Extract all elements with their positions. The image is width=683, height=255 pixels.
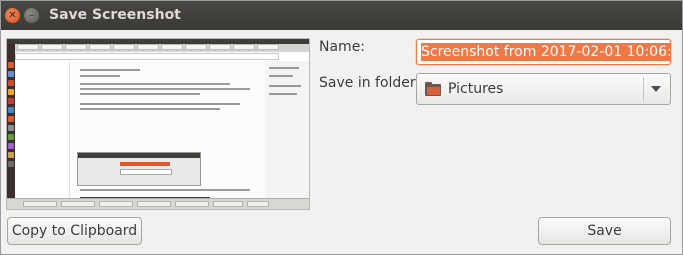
save-in-folder-label: Save in folder: — [319, 75, 421, 91]
close-icon: ✕ — [8, 10, 17, 21]
save-button[interactable]: Save — [538, 217, 671, 245]
name-label: Name: — [319, 39, 366, 55]
filename-input[interactable]: Screenshot from 2017-02-01 10:06:10.p — [416, 39, 671, 65]
folder-pictures-icon — [425, 82, 441, 96]
combo-divider — [643, 77, 644, 101]
copy-to-clipboard-button[interactable]: Copy to Clipboard — [7, 217, 142, 245]
chevron-down-icon — [651, 86, 661, 92]
minimize-icon: – — [29, 10, 34, 21]
minimize-window-button[interactable]: – — [24, 8, 39, 23]
title-bar: ✕ – Save Screenshot — [1, 1, 682, 30]
save-screenshot-dialog: ✕ – Save Screenshot Name: Screenshot fro… — [0, 0, 683, 255]
folder-select[interactable]: Pictures — [416, 73, 671, 105]
close-window-button[interactable]: ✕ — [5, 8, 20, 23]
screenshot-preview — [6, 38, 310, 210]
folder-select-value: Pictures — [448, 81, 504, 97]
window-title: Save Screenshot — [49, 7, 181, 23]
filename-text: Screenshot from 2017-02-01 10:06:10.p — [421, 43, 670, 61]
